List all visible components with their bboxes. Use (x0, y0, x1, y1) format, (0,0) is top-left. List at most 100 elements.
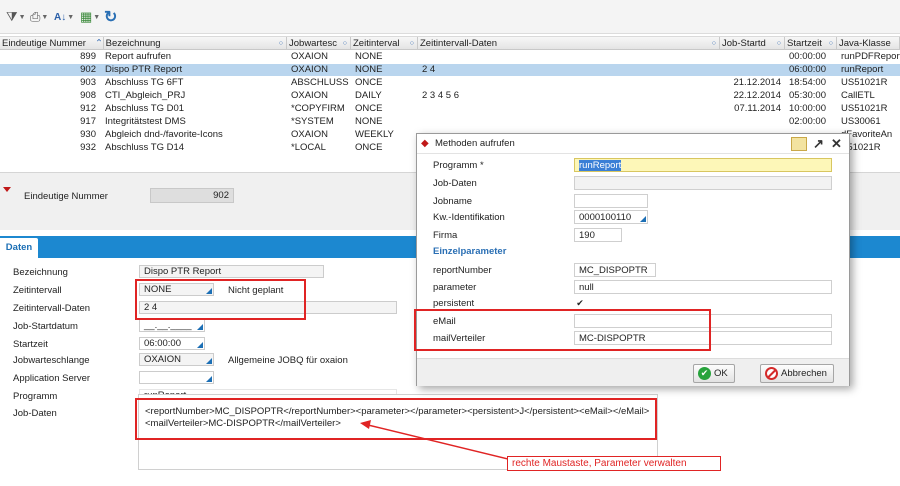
cell-java: runPDFReport (841, 51, 900, 62)
cell-queue: OXAION (291, 129, 328, 140)
col-header-time[interactable]: Startzeit ○ (785, 37, 837, 50)
tab-daten[interactable]: Daten (0, 238, 38, 258)
table-row[interactable]: 899 Report aufrufen OXAION NONE 00:00:00 runP… (0, 51, 900, 63)
col-label: Bezeichnung (105, 38, 161, 49)
dlg-jobname-field[interactable] (574, 194, 648, 208)
col-header-idata[interactable]: Zeitintervall-Daten ○ (418, 37, 720, 50)
table-row[interactable]: 903 Abschluss TG 6FT ABSCHLUSS ONCE 21.12.20… (0, 77, 900, 89)
dlg-reportnumber-field[interactable]: MC_DISPOPTR (574, 263, 656, 277)
sort-indicator-icon: ○ (342, 40, 347, 47)
cell-queue: OXAION (291, 90, 328, 101)
dropdown-corner-icon (206, 376, 212, 382)
cell-interval: NONE (355, 64, 383, 75)
chevron-down-icon: ▼ (41, 13, 49, 21)
dialog-titlebar[interactable]: ◆ Methoden aufrufen ↗ ✕ (417, 134, 849, 154)
detail-label: Eindeutige Nummer (24, 191, 108, 202)
table-row[interactable]: 917 Integritätstest DMS *SYSTEM NONE 02:00:0… (0, 116, 900, 128)
dlg-firma-field[interactable]: 190 (574, 228, 622, 242)
cell-time: 18:54:00 (789, 77, 826, 88)
cancel-label: Abbrechen (781, 368, 827, 379)
cell-idata (420, 77, 720, 89)
cell-time: 00:00:00 (789, 51, 826, 62)
cell-queue: OXAION (291, 64, 328, 75)
dlg-parameter-field[interactable]: null (574, 280, 832, 294)
chevron-down-icon: ▼ (67, 13, 75, 21)
cell-queue: *LOCAL (291, 142, 326, 153)
label-jobdaten: Job-Daten (13, 408, 57, 419)
refresh-icon: ↻ (104, 9, 118, 26)
col-label: Zeitintervall-Daten (420, 38, 498, 49)
col-header-interval[interactable]: Zeitinterval ○ (351, 37, 418, 50)
col-header-date[interactable]: Job-Startd ○ (720, 37, 785, 50)
highlight-box-jobdaten (135, 398, 657, 440)
dlg-programm-field[interactable]: runReport (574, 158, 832, 172)
cell-name: Abschluss TG D01 (105, 103, 185, 114)
startdatum-field[interactable]: __.__.____ (139, 319, 205, 332)
cell-name: CTI_Abgleich_PRJ (105, 90, 186, 101)
cell-id: 917 (80, 116, 96, 127)
sort-indicator-icon: ○ (828, 40, 833, 47)
col-header-id[interactable]: Eindeutige Nummer (0, 37, 104, 50)
grid-header: Eindeutige Nummer ⌃ Bezeichnung ○ Jobwart… (0, 36, 900, 50)
cell-date (722, 64, 785, 76)
dlg-kw-field[interactable]: 0000100110 (574, 210, 648, 224)
cell-name: Abschluss TG D14 (105, 142, 185, 153)
print-button[interactable]: ⎙ ▼ (30, 9, 48, 25)
dlg-label-programm: Programm * (433, 160, 484, 171)
cell-time: 06:00:00 (789, 64, 826, 75)
sort-button[interactable]: A↓ ▼ (54, 9, 74, 25)
collapse-icon[interactable] (3, 187, 11, 192)
check-icon: ✔ (698, 367, 711, 380)
sort-asc-icon: ⌃ (95, 38, 103, 49)
callout-label: rechte Maustaste, Parameter verwalten (507, 456, 721, 471)
cell-idata (420, 116, 720, 128)
label-bezeichnung: Bezeichnung (13, 267, 68, 278)
close-icon[interactable]: ✕ (831, 136, 842, 152)
appserver-select[interactable] (139, 371, 214, 384)
table-row[interactable]: 912 Abschluss TG D01 *COPYFIRM ONCE 07.11.20… (0, 103, 900, 115)
startzeit-field[interactable]: 06:00:00 (139, 337, 205, 350)
cell-idata (420, 103, 720, 115)
col-header-java[interactable]: Java-Klasse (837, 37, 900, 50)
table-row[interactable]: 908 CTI_Abgleich_PRJ OXAION DAILY 2 3 4 5 6 2… (0, 90, 900, 102)
sort-indicator-icon: ○ (409, 40, 414, 47)
cell-id: 902 (80, 64, 96, 75)
cell-time: 05:30:00 (789, 90, 826, 101)
cell-interval: NONE (355, 51, 383, 62)
keyboard-icon[interactable] (791, 137, 807, 151)
ok-button[interactable]: ✔ OK (693, 364, 735, 383)
cancel-button[interactable]: Abbrechen (760, 364, 834, 383)
cell-id: 908 (80, 90, 96, 101)
cell-queue: OXAION (291, 51, 328, 62)
refresh-button[interactable]: ↻ (104, 9, 118, 26)
pin-icon[interactable]: ↗ (813, 136, 824, 152)
cell-idata: 2 4 (422, 64, 436, 75)
cell-queue: ABSCHLUSS (291, 77, 349, 88)
dlg-section-einzelparameter: Einzelparameter (433, 246, 507, 257)
chevron-down-icon: ▼ (93, 13, 101, 21)
dlg-persistent-checkbox[interactable]: ✔ (574, 297, 586, 309)
cell-name: Abschluss TG 6FT (105, 77, 184, 88)
cell-date: 21.12.2014 (733, 77, 781, 88)
col-label: Zeitinterval (353, 38, 400, 49)
export-button[interactable]: ▦ ▼ (80, 9, 100, 25)
dlg-label-jobname: Jobname (433, 196, 473, 207)
col-header-bezeichnung[interactable]: ⌃ Bezeichnung ○ (93, 37, 287, 50)
cell-id: 930 (80, 129, 96, 140)
dlg-jobdaten-field[interactable] (574, 176, 832, 190)
filter-button[interactable]: ⧩ ▼ (6, 9, 26, 25)
col-label: Jobwartesc (289, 38, 338, 49)
col-label: Job-Startd (722, 38, 766, 49)
cell-interval: WEEKLY (355, 129, 394, 140)
cell-name: Report aufrufen (105, 51, 172, 62)
table-row[interactable]: 902 Dispo PTR Report OXAION NONE 2 4 06:00:00… (0, 64, 900, 76)
col-header-queue[interactable]: Jobwartesc ○ (287, 37, 351, 50)
dlg-label-parameter: parameter (433, 282, 477, 293)
chevron-down-icon: ▼ (18, 13, 26, 21)
cell-interval: ONCE (355, 142, 383, 153)
toolbar: ⧩ ▼ ⎙ ▼ A↓ ▼ ▦ ▼ ↻ (0, 0, 900, 34)
col-label: Eindeutige Nummer (2, 38, 86, 49)
cell-name: Dispo PTR Report (105, 64, 183, 75)
bezeichnung-field[interactable]: Dispo PTR Report (139, 265, 324, 278)
queue-select[interactable]: OXAION (139, 353, 214, 366)
